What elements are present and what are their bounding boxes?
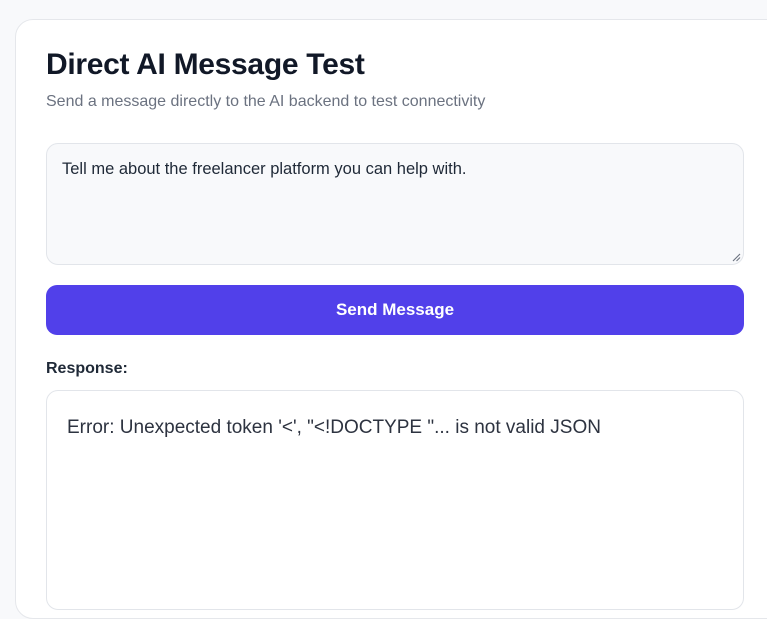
page-title: Direct AI Message Test	[46, 48, 365, 81]
response-output: Error: Unexpected token '<', "<!DOCTYPE …	[46, 390, 744, 610]
message-input[interactable]: Tell me about the freelancer platform yo…	[46, 143, 744, 265]
response-text: Error: Unexpected token '<', "<!DOCTYPE …	[67, 417, 601, 438]
resize-handle-icon[interactable]	[732, 253, 741, 262]
page-subtitle: Send a message directly to the AI backen…	[46, 93, 486, 110]
response-label: Response:	[46, 360, 128, 377]
send-message-button[interactable]: Send Message	[46, 285, 744, 335]
